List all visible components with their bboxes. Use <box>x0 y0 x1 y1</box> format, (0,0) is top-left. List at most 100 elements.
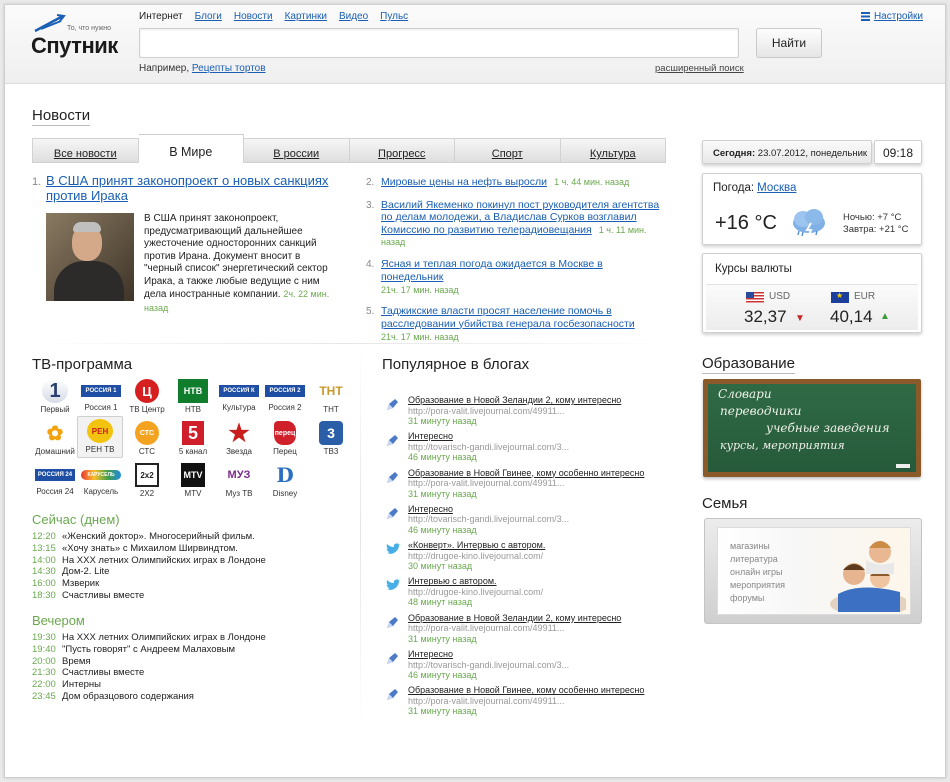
channel-sts[interactable]: СТС СТС <box>124 419 170 457</box>
tab-russia[interactable]: В россии <box>244 138 350 163</box>
channel-karusel[interactable]: КАРУСЕЛЬ Карусель <box>78 461 124 499</box>
service-internet[interactable]: Интернет <box>139 11 183 22</box>
program-row[interactable]: 18:30 Счастливы вместе <box>32 590 332 602</box>
program-row[interactable]: 20:00 Время <box>32 656 332 668</box>
education-banner[interactable]: Словари переводчики учебные заведения ку… <box>703 379 921 477</box>
list-item: 5. Таджикские власти просят население по… <box>366 305 666 342</box>
news-title[interactable]: Новости <box>32 107 91 126</box>
channel-rossiya24[interactable]: РОССИЯ 24 Россия 24 <box>32 461 78 499</box>
program-row[interactable]: 21:30 Счастливы вместе <box>32 667 332 679</box>
blog-link[interactable]: Интересно <box>408 431 453 441</box>
perviy-logo-icon: 1 <box>42 379 68 403</box>
service-video[interactable]: Видео <box>339 11 368 22</box>
tab-progress[interactable]: Прогресс <box>349 138 455 163</box>
blog-link[interactable]: Образование в Новой Гвинее, кому особенн… <box>408 685 644 695</box>
program-row[interactable]: 16:00 Мзверик <box>32 578 332 590</box>
family-photo[interactable] <box>810 534 906 612</box>
twitter-icon <box>385 543 401 559</box>
lead-news-body: В США принят законопроект, предусматрива… <box>144 213 339 315</box>
program-row[interactable]: 12:20 «Женский доктор». Многосерийный фил… <box>32 531 332 543</box>
program-row[interactable]: 19:30 На XXX летних Олимпийских играх в Л… <box>32 632 332 644</box>
program-row[interactable]: 14:30 Дом-2. Lite <box>32 566 332 578</box>
lead-news-photo[interactable] <box>46 213 134 301</box>
weather-city-link[interactable]: Москва <box>757 182 796 194</box>
example-link[interactable]: Рецепты тортов <box>192 63 266 74</box>
news-link[interactable]: Ясная и теплая погода ожидается в Москве… <box>381 258 603 283</box>
channel-domashniy[interactable]: ✿ Домашний <box>32 419 78 457</box>
blog-link[interactable]: Интересно <box>408 504 453 514</box>
eur-value: 40,14 <box>830 307 873 326</box>
program-row[interactable]: 23:45 Дом образцового содержания <box>32 691 332 703</box>
channel-zvezda[interactable]: ★ Звезда <box>216 419 262 457</box>
search-input[interactable] <box>139 28 739 58</box>
news-link[interactable]: Таджикские власти просят население помоч… <box>381 305 635 330</box>
livejournal-icon <box>385 471 399 488</box>
channel-tvc[interactable]: Ц ТВ Центр <box>124 377 170 415</box>
blog-time: 31 минуту назад <box>408 706 477 717</box>
service-news[interactable]: Новости <box>234 11 273 22</box>
news-time: 21ч. 17 мин. назад <box>381 332 459 342</box>
blog-link[interactable]: Интервью с автором. <box>408 576 497 586</box>
blog-link[interactable]: Интересно <box>408 649 453 659</box>
channel-ntv[interactable]: НТВ НТВ <box>170 377 216 415</box>
channel-mtv[interactable]: MTV MTV <box>170 461 216 499</box>
blog-url: http://pora-valit.livejournal.com/49911.… <box>408 623 565 634</box>
channel-kultura[interactable]: РОССИЯ К Культура <box>216 377 262 415</box>
rossiya24-logo-icon: РОССИЯ 24 <box>35 469 75 481</box>
family-title[interactable]: Семья <box>702 495 747 512</box>
blog-url: http://pora-valit.livejournal.com/49911.… <box>408 478 565 489</box>
family-link[interactable]: мероприятия <box>730 579 785 592</box>
tab-sport[interactable]: Спорт <box>455 138 561 163</box>
news-time: 21ч. 17 мин. назад <box>381 285 459 295</box>
family-banner: магазины литература онлайн игры мероприя… <box>704 518 922 624</box>
service-pulse[interactable]: Пульс <box>380 11 408 22</box>
family-link[interactable]: магазины <box>730 540 785 553</box>
search-button[interactable]: Найти <box>756 28 822 58</box>
family-link[interactable]: форумы <box>730 592 785 605</box>
sputnik-logo-icon <box>34 14 66 33</box>
channel-disney[interactable]: D Disney <box>262 461 308 499</box>
lead-news-title[interactable]: В США принят законопроект о новых санкци… <box>46 173 336 203</box>
blog-link[interactable]: Образование в Новой Зеландии 2, кому инт… <box>408 613 621 623</box>
blog-url: http://tovarisch-gandi.livejournal.com/3… <box>408 441 570 452</box>
channel-ren[interactable]: РЕН РЕН ТВ <box>77 416 123 458</box>
logo[interactable]: То, что нужно Спутник <box>31 11 131 61</box>
channel-rossiya2[interactable]: РОССИЯ 2 Россия 2 <box>262 377 308 415</box>
livejournal-icon <box>385 616 399 633</box>
service-blogs[interactable]: Блоги <box>195 11 222 22</box>
tv-title[interactable]: ТВ-программа <box>32 356 132 373</box>
tab-culture[interactable]: Культура <box>560 138 666 163</box>
channel-2x2[interactable]: 2x2 2Х2 <box>124 461 170 499</box>
tnt-logo-icon: ТНТ <box>319 384 343 398</box>
blogs-title[interactable]: Популярное в блогах <box>382 356 529 373</box>
blog-url: http://tovarisch-gandi.livejournal.com/3… <box>408 514 570 525</box>
channel-perets[interactable]: перец Перец <box>262 419 308 457</box>
settings-link[interactable]: Настройки <box>860 11 923 22</box>
tab-world[interactable]: В Мире <box>138 134 244 163</box>
program-row[interactable]: 14:00 На XXX летних Олимпийских играх в Л… <box>32 555 332 567</box>
family-link[interactable]: литература <box>730 553 785 566</box>
channel-perviy[interactable]: 1 Первый <box>32 377 78 415</box>
family-link[interactable]: онлайн игры <box>730 566 785 579</box>
tab-all-news[interactable]: Все новости <box>32 138 139 163</box>
program-row[interactable]: 19:40 "Пусть говорят" с Андреем Малаховым <box>32 644 332 656</box>
news-link[interactable]: Мировые цены на нефть выросли <box>381 176 547 188</box>
advanced-search-link[interactable]: расширенный поиск <box>655 63 744 74</box>
program-row[interactable]: 22:00 Интерны <box>32 679 332 691</box>
channel-muz[interactable]: МУЗ Муз ТВ <box>216 461 262 499</box>
channel-tnt[interactable]: ТНТ ТНТ <box>308 377 354 415</box>
channel-tv3[interactable]: 3 ТВ3 <box>308 419 354 457</box>
channel-rossiya1[interactable]: РОССИЯ 1 Россия 1 <box>78 377 124 415</box>
2x2-logo-icon: 2x2 <box>135 463 159 487</box>
education-title[interactable]: Образование <box>702 355 795 374</box>
program-row[interactable]: 13:15 «Хочу знать» с Михаилом Ширвиндтом. <box>32 543 332 555</box>
blog-link[interactable]: Образование в Новой Зеландии 2, кому инт… <box>408 395 621 405</box>
channel-five[interactable]: 5 5 канал <box>170 419 216 457</box>
blog-link[interactable]: «Конверт». Интервью с автором. <box>408 540 545 550</box>
logo-tagline: То, что нужно <box>67 25 112 32</box>
blog-link[interactable]: Образование в Новой Гвинее, кому особенн… <box>408 468 644 478</box>
service-images[interactable]: Картинки <box>285 11 327 22</box>
usd-code: USD <box>769 291 791 302</box>
weather-night: Ночью: +7 °C <box>843 212 902 223</box>
family-links: магазины литература онлайн игры мероприя… <box>730 540 785 605</box>
